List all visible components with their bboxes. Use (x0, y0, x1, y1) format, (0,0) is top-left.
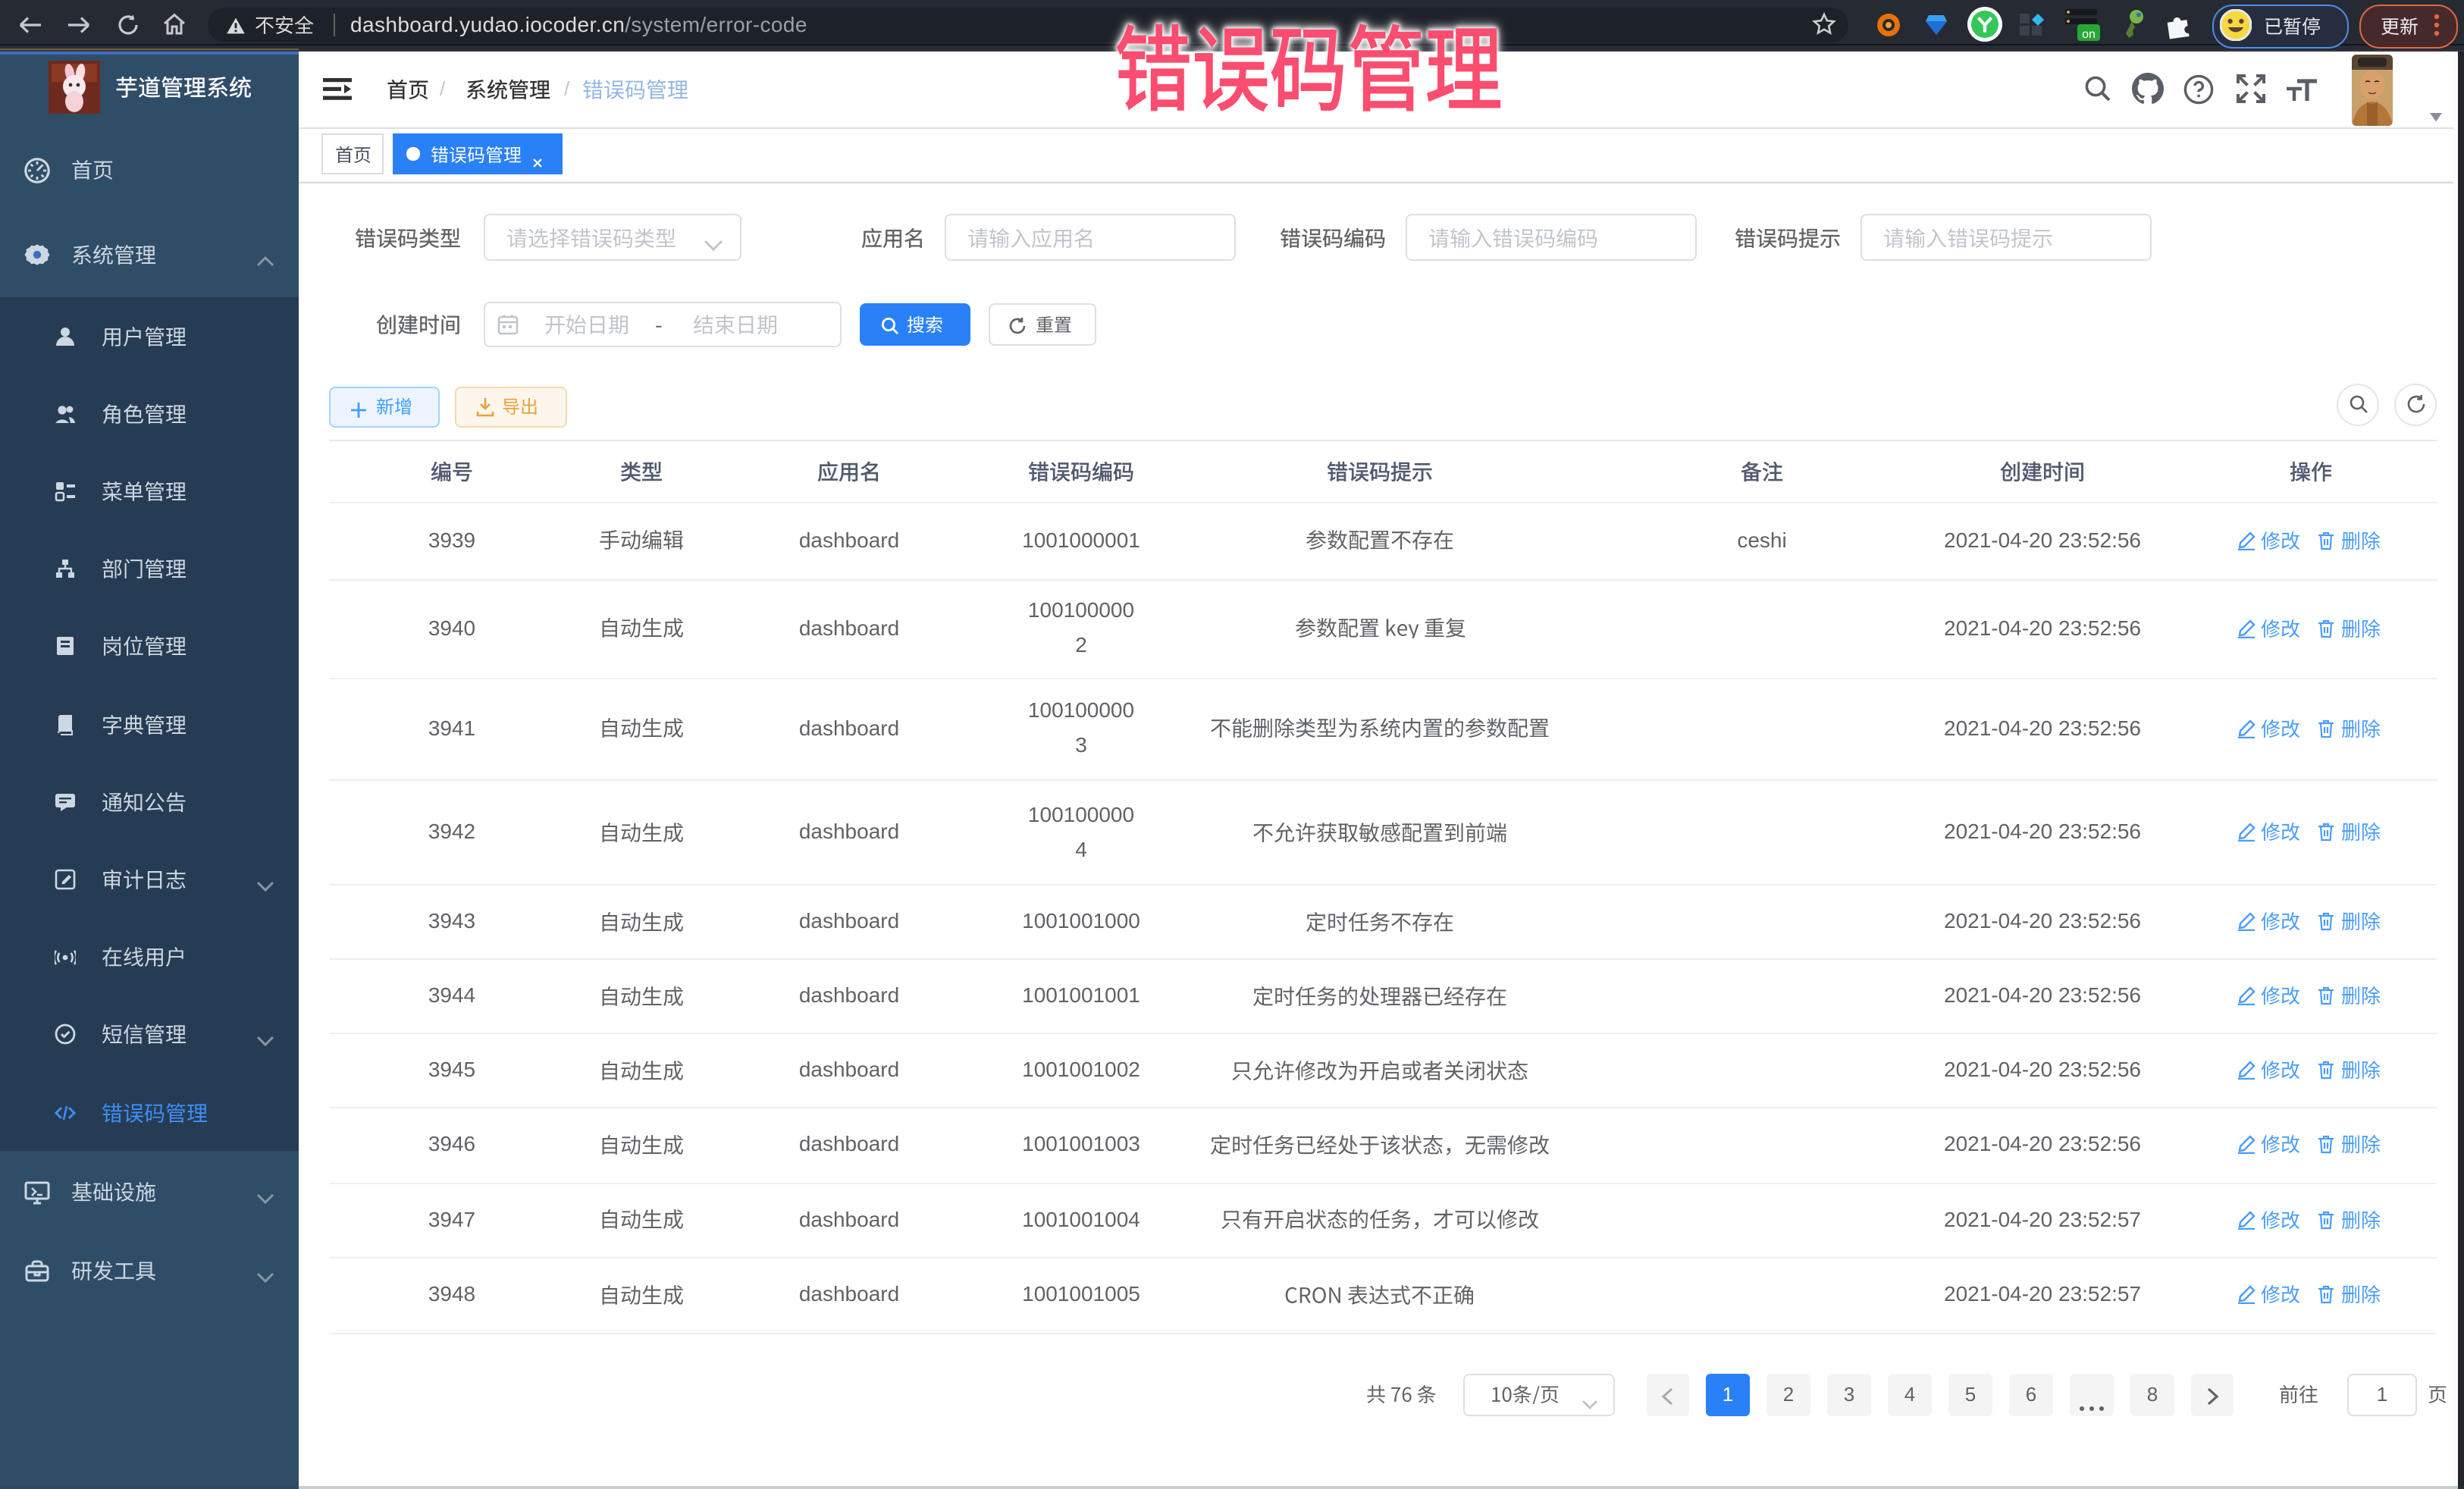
svg-text:on: on (2082, 28, 2096, 41)
